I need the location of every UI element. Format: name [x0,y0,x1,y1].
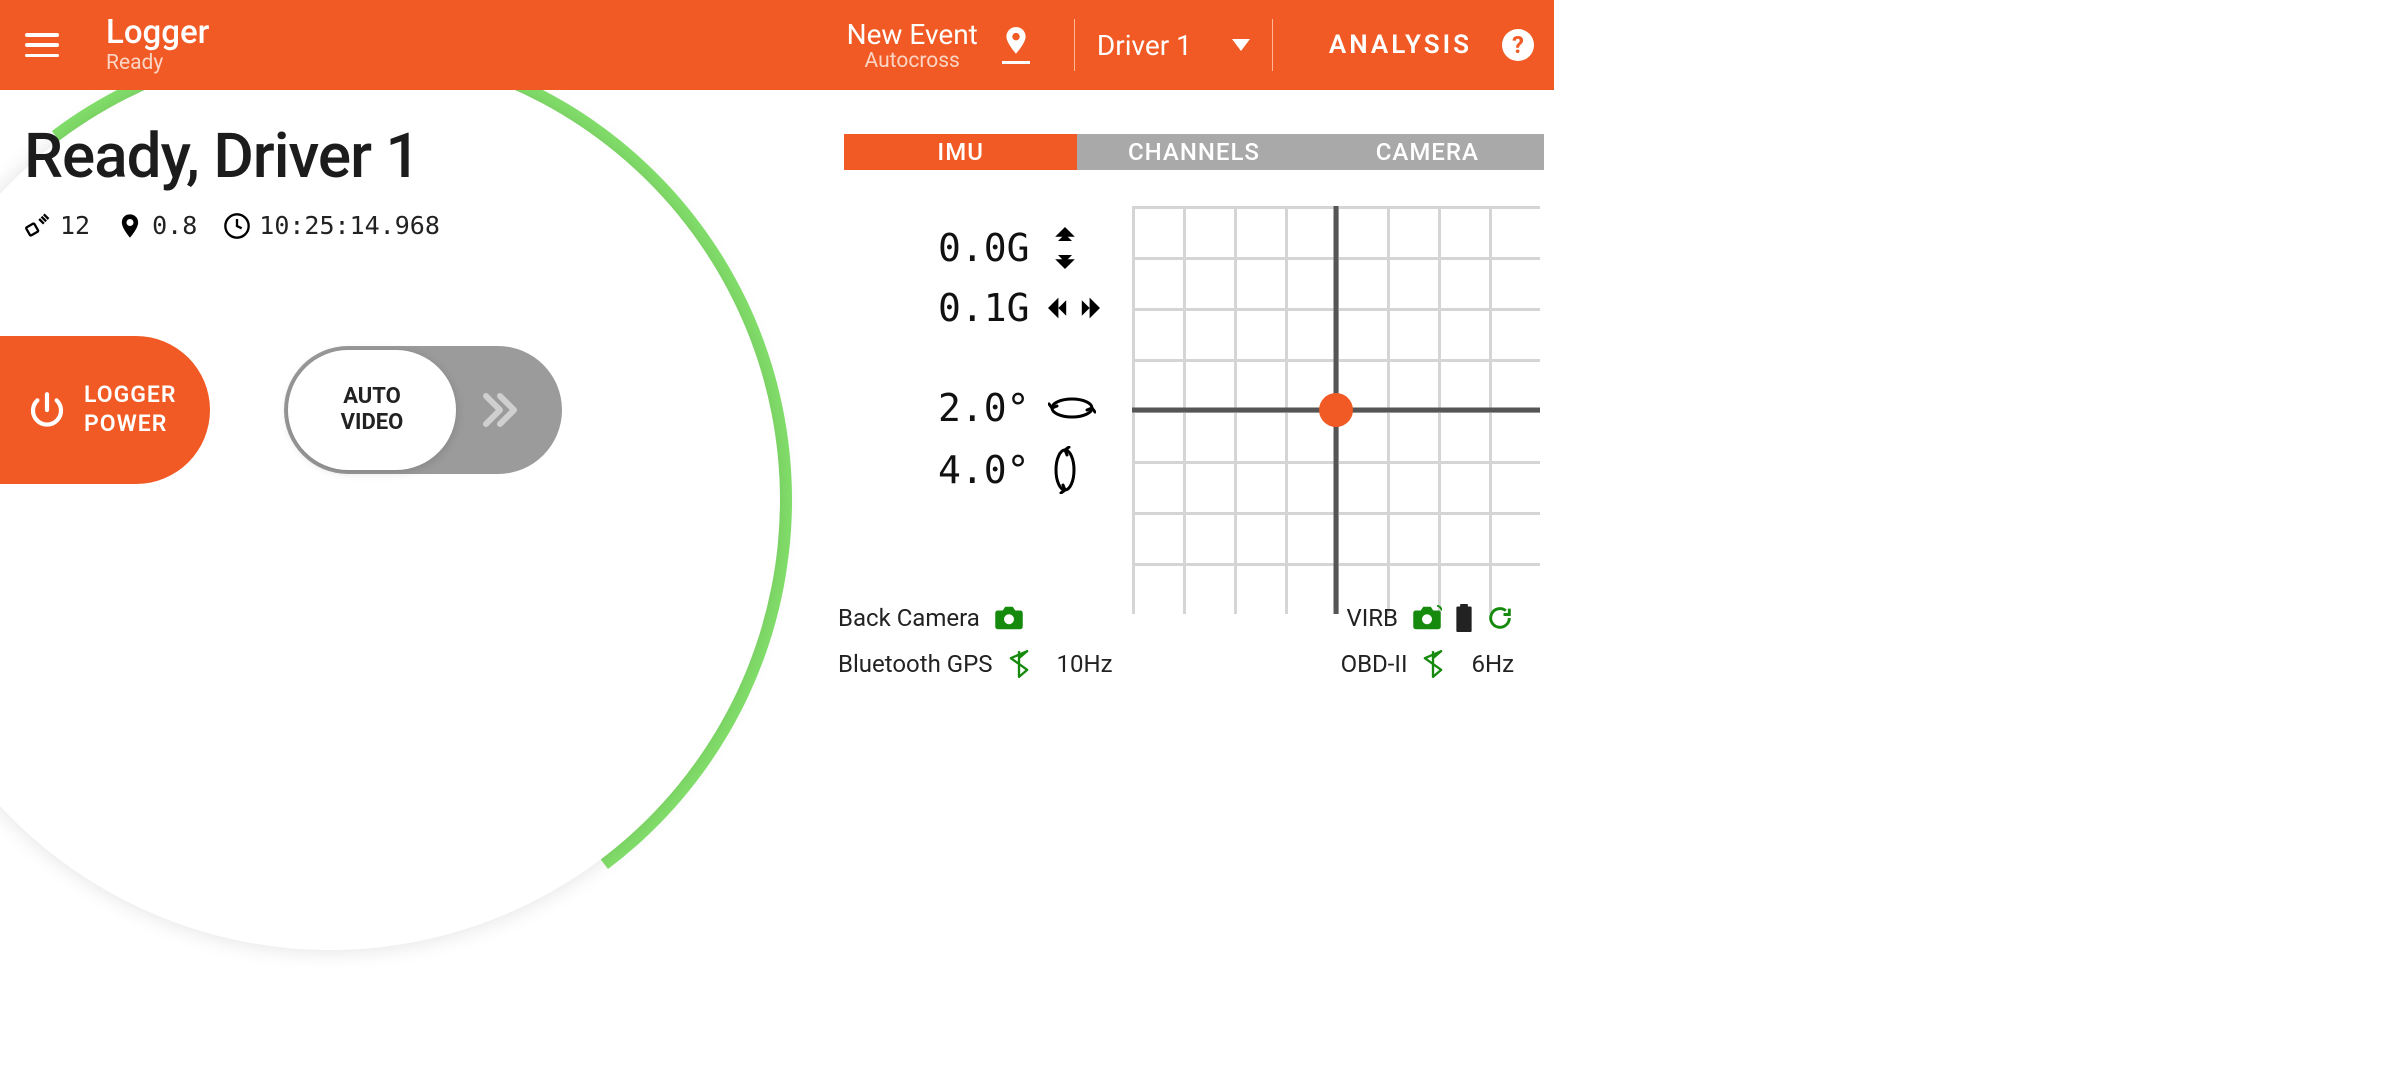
analysis-button[interactable]: ANALYSIS [1329,30,1472,60]
camera-icon [994,605,1024,631]
chevron-down-icon [1232,39,1250,51]
svg-text:?: ? [1512,31,1524,59]
help-icon: ? [1501,28,1535,62]
g-force-plot [1132,206,1540,614]
driver-dropdown[interactable]: Driver 1 [1091,29,1256,62]
event-type: Autocross [847,51,978,72]
logger-power-button[interactable]: LOGGER POWER [0,336,210,484]
bluetooth-icon [1421,650,1445,678]
status-bt-gps: Bluetooth GPS 10Hz [838,650,1186,678]
stat-gps-accuracy: 0.8 [116,211,197,240]
power-icon [26,389,68,431]
hamburger-icon [25,33,59,57]
stat-clock: 10:25:14.968 [223,211,440,240]
stats-row: 12 0.8 10:25:14.968 [24,211,752,240]
ready-title: Ready, Driver 1 [24,120,752,193]
tab-channels[interactable]: CHANNELS [1077,134,1310,170]
tab-imu[interactable]: IMU [844,134,1077,170]
app-title: Logger [106,16,209,49]
double-chevron-right-icon [474,386,522,434]
satellite-icon [24,212,52,240]
pitch-icon [1048,393,1096,423]
tab-camera[interactable]: CAMERA [1311,134,1544,170]
readout-long-g: 0.0G [938,226,1100,270]
status-row: Back Camera VIRB Bluetooth GPS 10Hz [838,604,1534,678]
top-bar: Logger Ready New Event Autocross Driver … [0,0,1554,90]
auto-video-knob: AUTO VIDEO [288,350,456,470]
sync-icon [1486,604,1514,632]
battery-icon [1456,604,1472,632]
readout-lat-g: 0.1G [938,286,1100,330]
app-status: Ready [106,51,209,75]
bluetooth-icon [1007,650,1031,678]
clock-value: 10:25:14.968 [259,211,440,240]
left-panel: Ready, Driver 1 12 0.8 10:25:14.968 [0,90,752,700]
lateral-icon [1048,294,1100,322]
imu-readouts: 0.0G 0.1G 2.0° [844,206,1100,614]
readout-pitch: 2.0° [938,386,1100,430]
stat-satellites: 12 [24,211,90,240]
g-force-dot [1319,393,1353,427]
help-button[interactable]: ? [1500,27,1536,63]
clock-icon [223,212,251,240]
status-back-camera: Back Camera [838,604,1186,632]
status-obd: OBD-II 6Hz [1186,650,1534,678]
obd-rate: 6Hz [1471,650,1514,678]
camera-icon [1412,605,1442,631]
logger-power-label: LOGGER POWER [84,381,177,439]
right-tabs: IMU CHANNELS CAMERA [844,134,1544,170]
event-title: New Event [847,18,978,51]
gps-accuracy: 0.8 [152,211,197,240]
sat-count: 12 [60,211,90,240]
gps-pin-icon [116,212,144,240]
readout-roll: 4.0° [938,446,1100,494]
menu-button[interactable] [18,21,66,69]
location-pin-icon [1002,27,1030,59]
driver-label: Driver 1 [1097,29,1192,62]
roll-icon [1048,446,1082,494]
bt-gps-rate: 10Hz [1057,650,1113,678]
status-virb: VIRB [1186,604,1534,632]
longitudinal-icon [1048,227,1082,269]
event-selector[interactable]: New Event Autocross [847,18,978,72]
app-name-block: Logger Ready [106,16,209,75]
location-pin-button[interactable] [996,27,1036,64]
auto-video-toggle[interactable]: AUTO VIDEO [284,346,562,474]
